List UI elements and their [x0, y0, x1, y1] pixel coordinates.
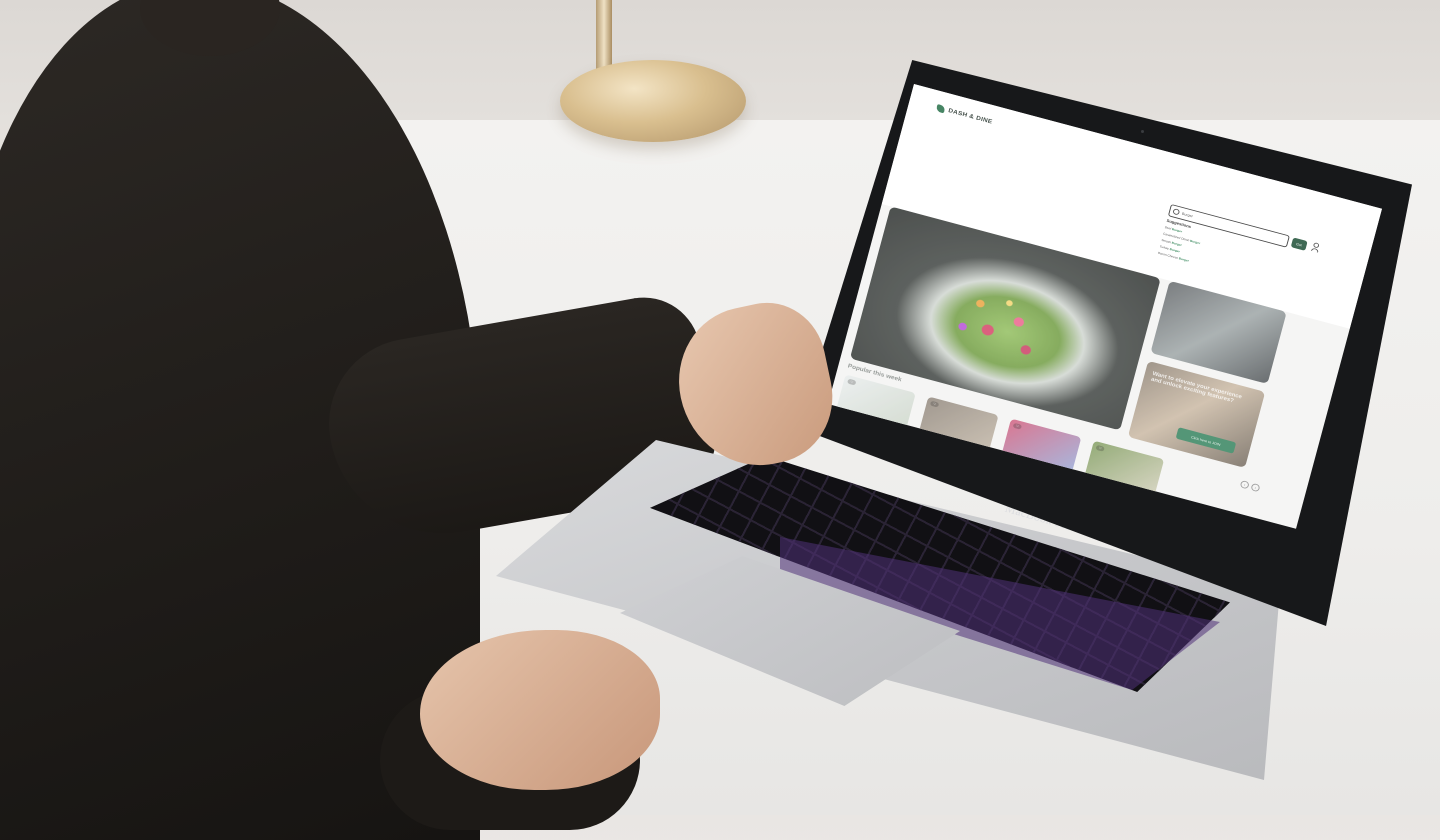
- webcam: [1141, 130, 1144, 133]
- person-left-hand: [420, 630, 660, 790]
- lamp-base: [560, 60, 746, 142]
